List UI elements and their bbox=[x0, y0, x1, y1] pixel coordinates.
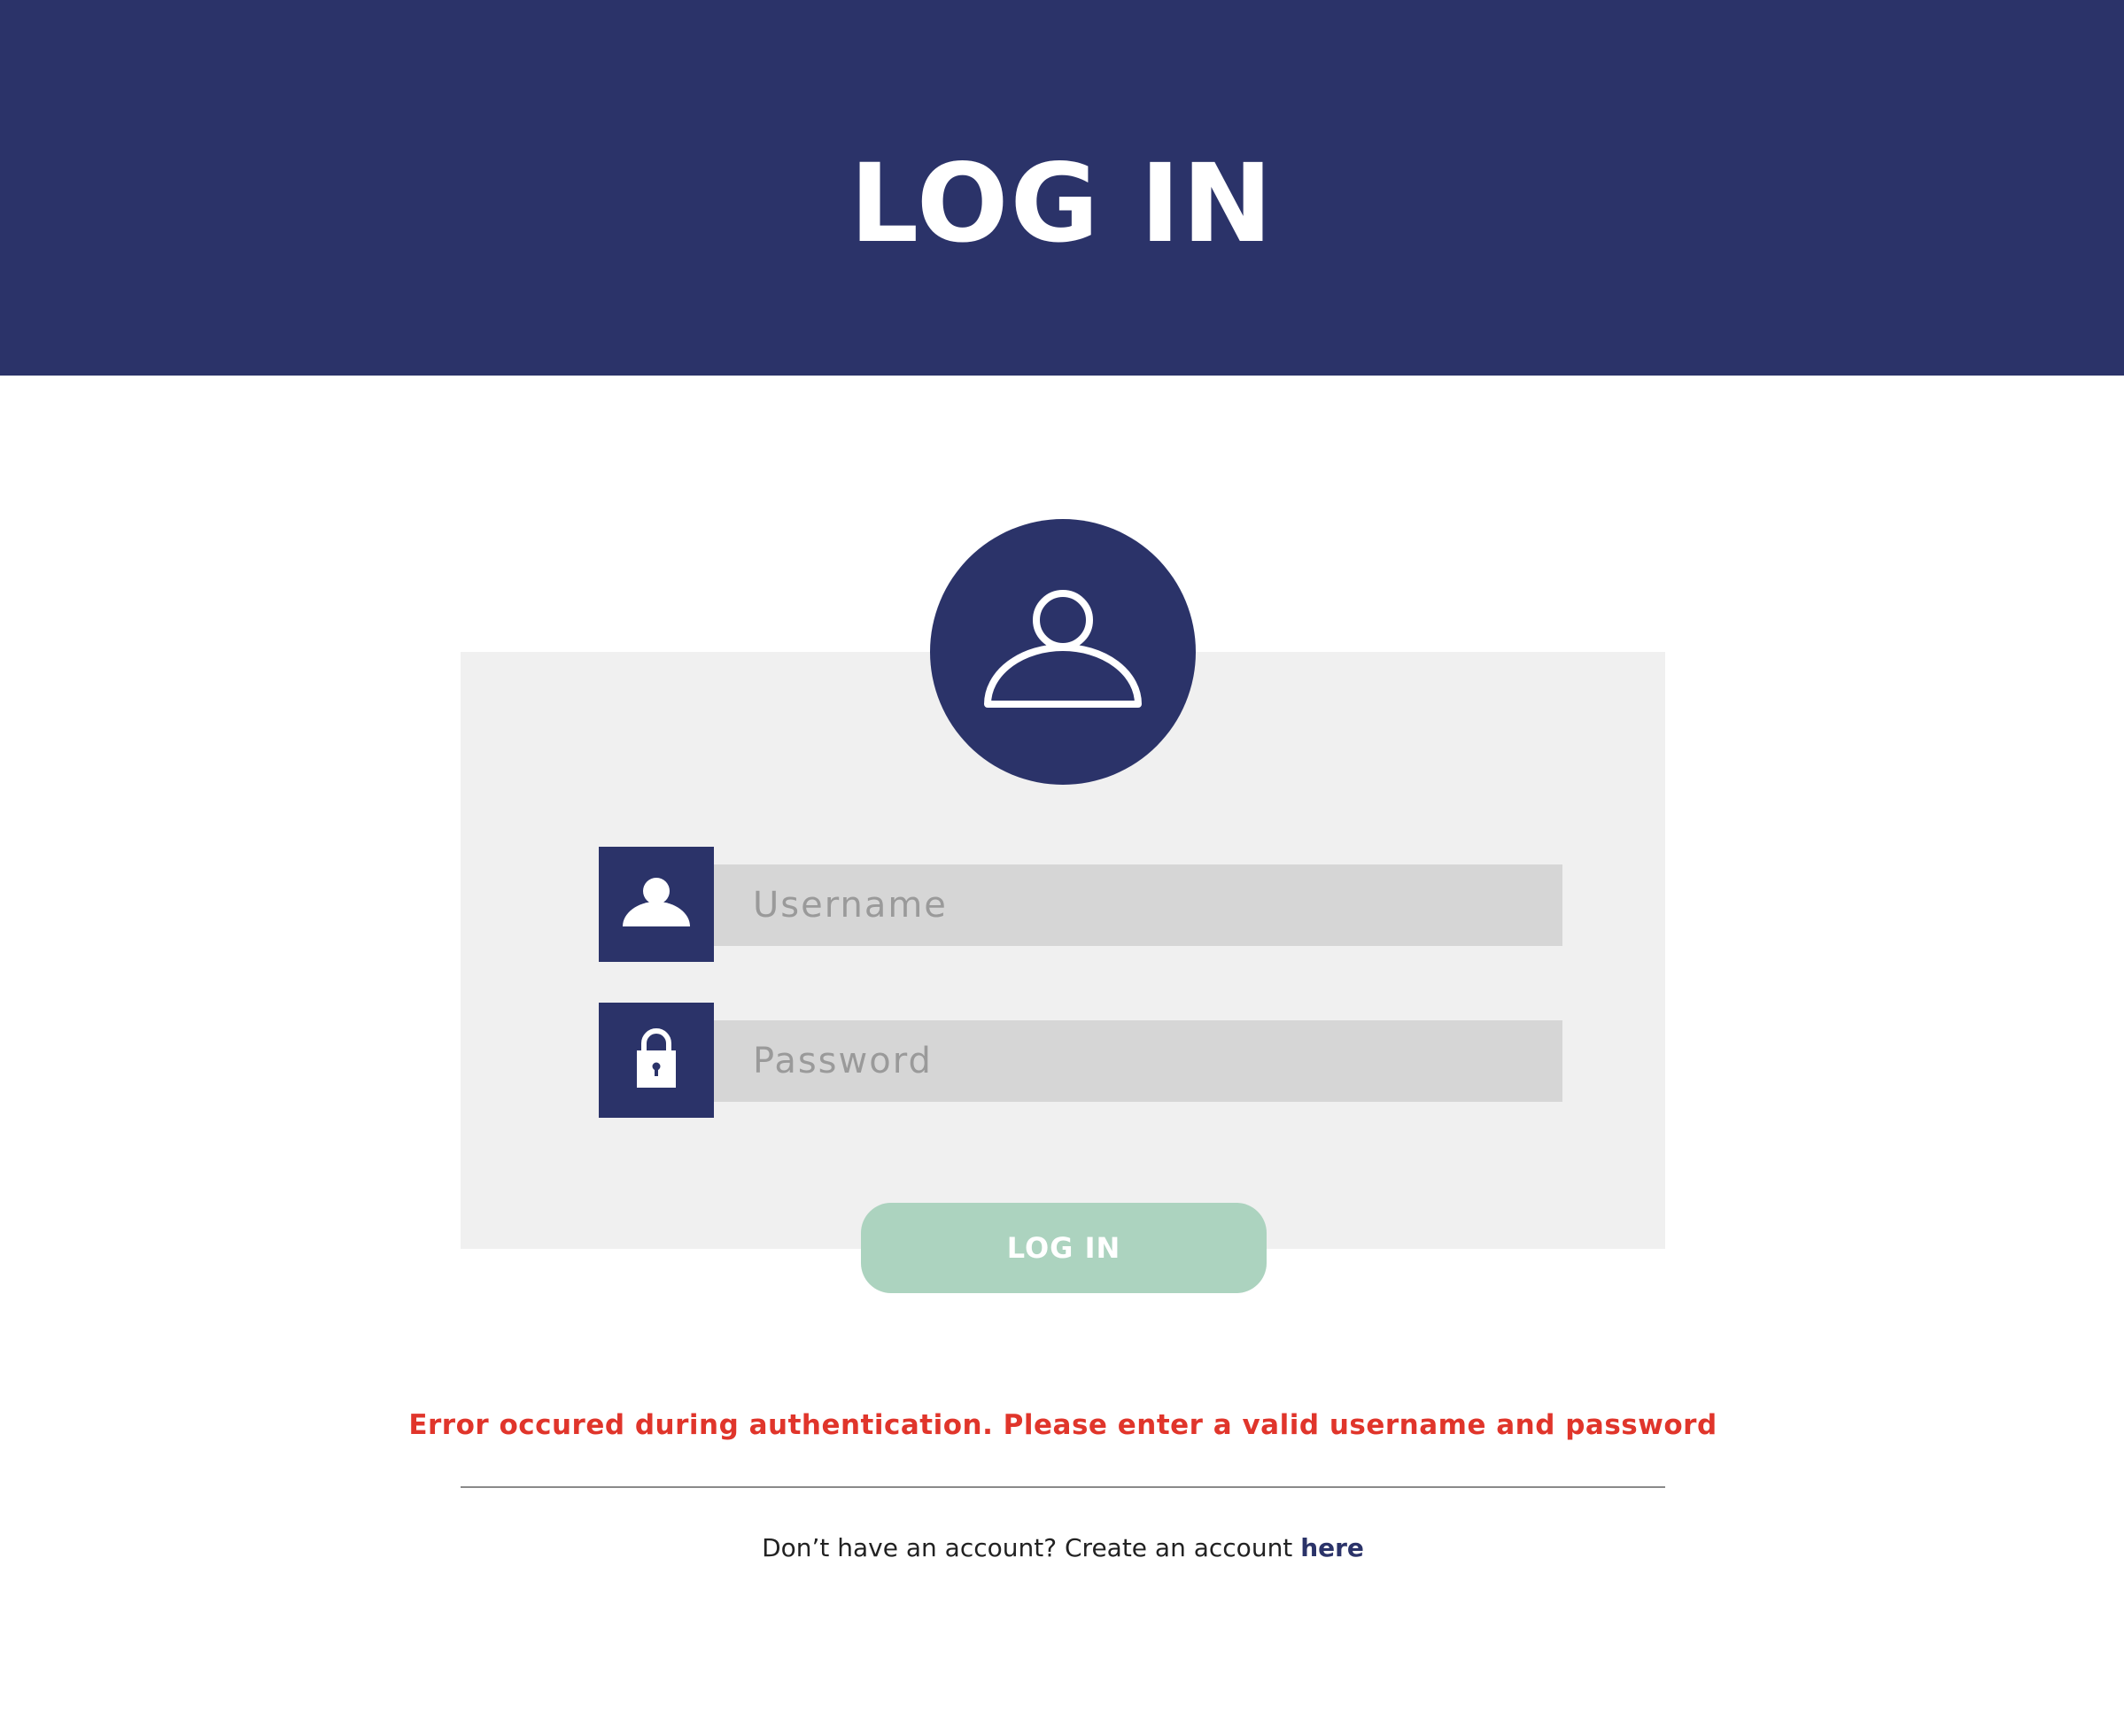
signup-prompt-text: Don’t have an account? Create an account bbox=[762, 1533, 1301, 1562]
username-input[interactable] bbox=[714, 864, 1562, 946]
error-message: Error occured during authentication. Ple… bbox=[408, 1409, 1717, 1441]
signup-link[interactable]: here bbox=[1300, 1533, 1364, 1562]
user-outline-icon bbox=[984, 590, 1142, 708]
password-input[interactable] bbox=[714, 1020, 1562, 1102]
header-bar: LOG IN bbox=[0, 0, 2124, 376]
page-title: LOG IN bbox=[849, 141, 1275, 267]
avatar bbox=[930, 519, 1196, 785]
login-button[interactable]: LOG IN bbox=[861, 1203, 1267, 1293]
divider bbox=[461, 1486, 1665, 1488]
password-icon-box bbox=[599, 1003, 714, 1118]
signup-prompt: Don’t have an account? Create an account… bbox=[266, 1529, 1860, 1568]
lock-icon bbox=[637, 1028, 676, 1088]
username-icon-box bbox=[599, 847, 714, 962]
user-icon bbox=[623, 878, 690, 926]
